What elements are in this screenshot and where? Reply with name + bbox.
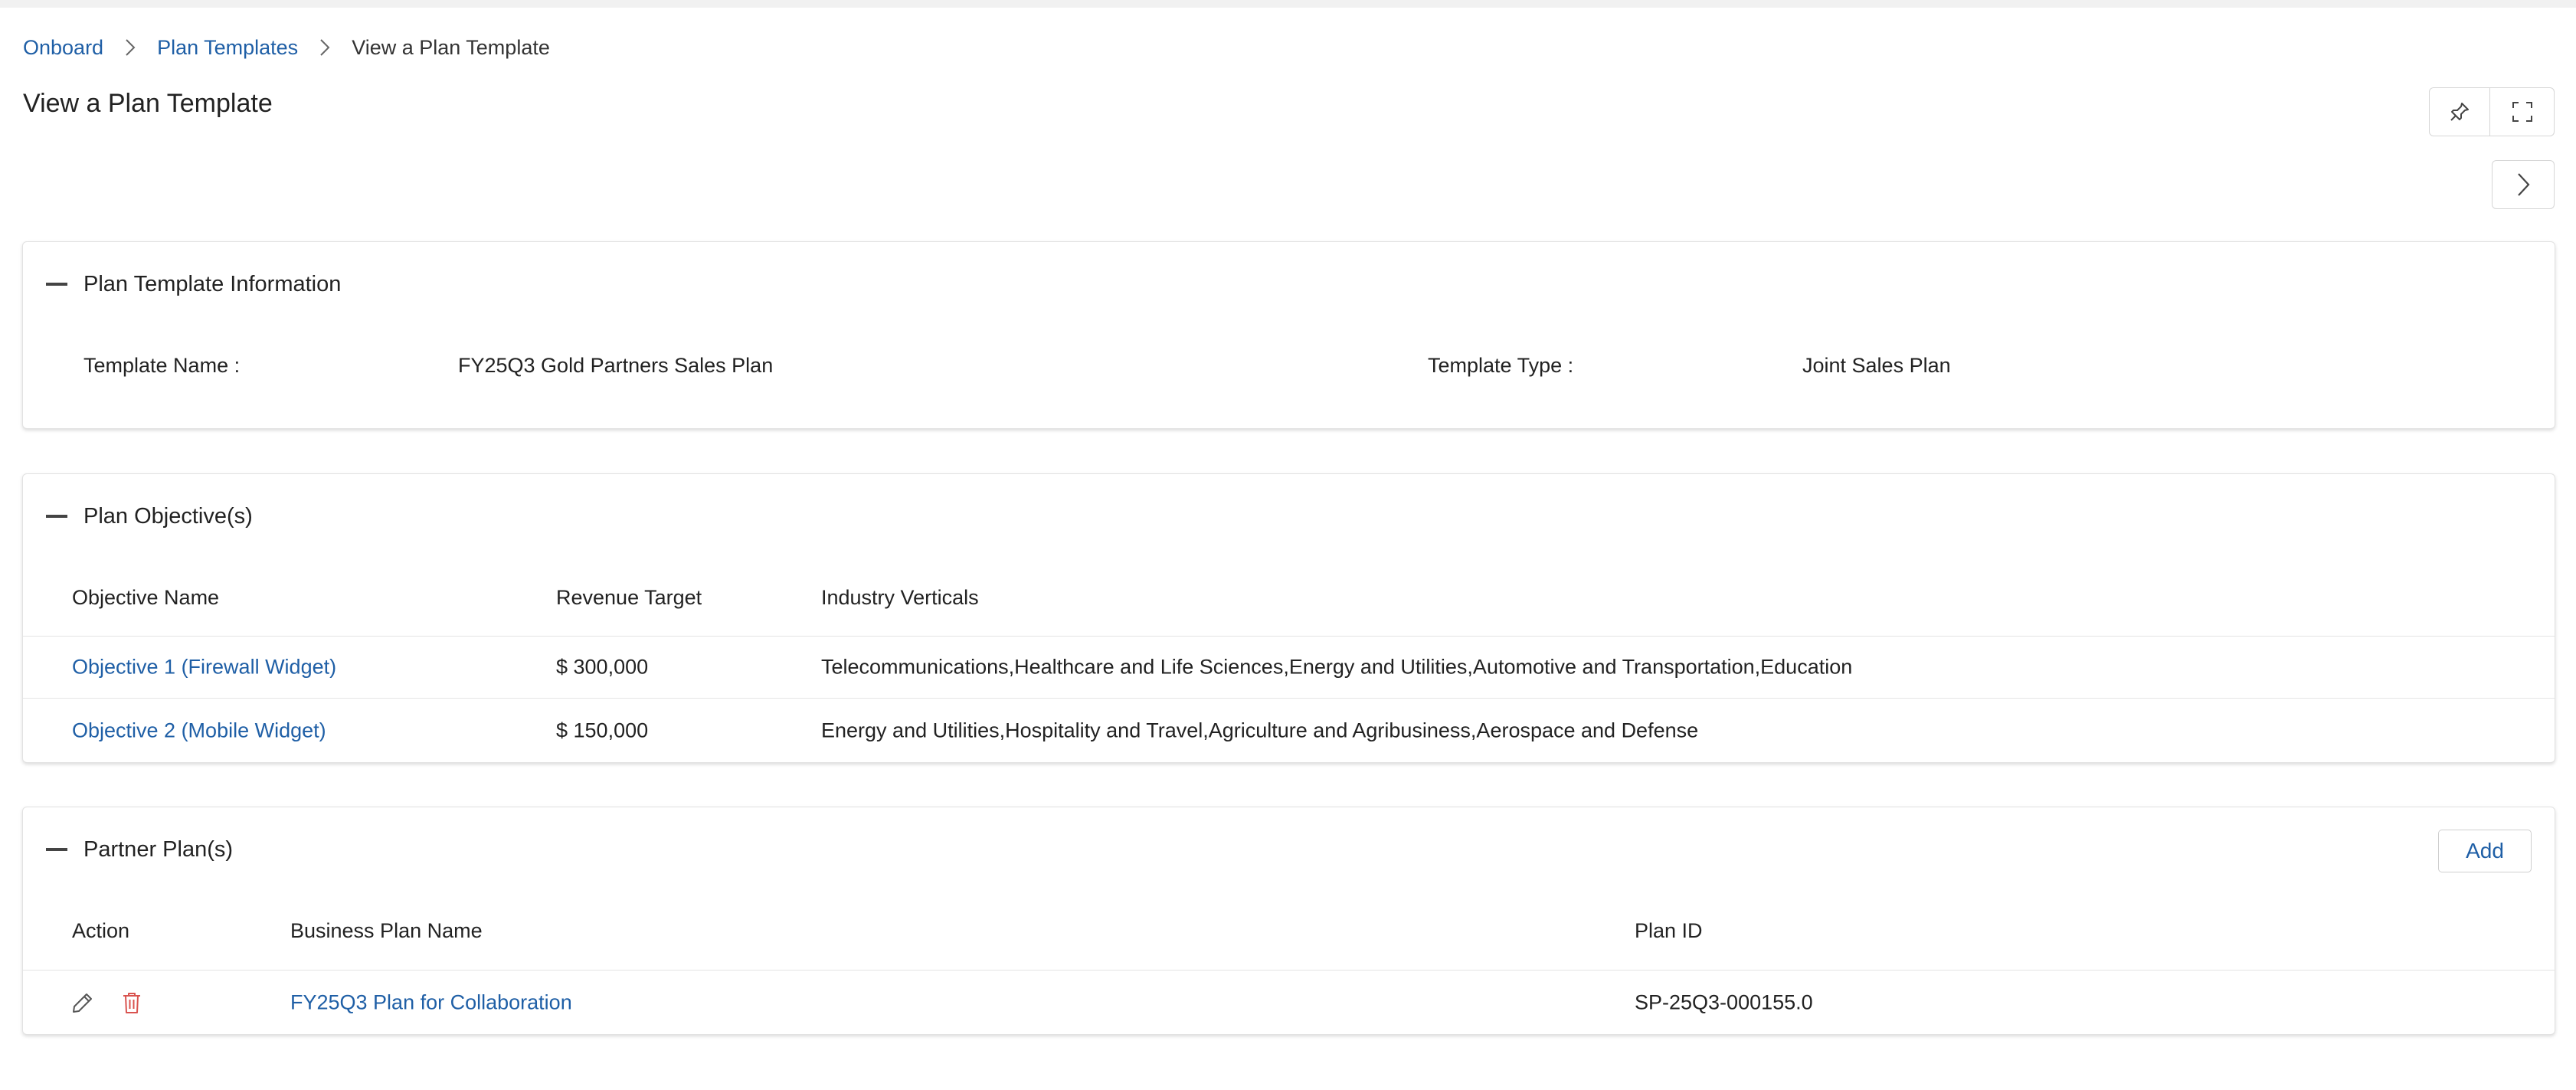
pin-button[interactable] [2429,87,2490,136]
template-name-label: Template Name : [83,354,241,377]
breadcrumb-onboard[interactable]: Onboard [23,36,103,60]
card-title: Plan Template Information [83,271,342,296]
revenue-target: $ 150,000 [556,718,649,742]
plan-objectives-card: Plan Objective(s) Objective Name Revenue… [22,473,2555,763]
column-header-plan-id: Plan ID [1635,919,1703,942]
table-row: Objective 1 (Firewall Widget) $ 300,000 … [23,636,2555,698]
breadcrumb: Onboard Plan Templates View a Plan Templ… [23,32,550,63]
template-type-label: Template Type : [1428,354,1574,377]
card-header: Partner Plan(s) Add [23,807,2555,892]
revenue-target: $ 300,000 [556,655,649,679]
chevron-right-icon [319,38,330,57]
plan-template-information-card: Plan Template Information Template Name … [22,241,2555,429]
table-row: FY25Q3 Plan for Collaboration SP-25Q3-00… [23,970,2555,1035]
card-header: Plan Objective(s) [23,474,2555,558]
expand-icon [2511,100,2534,123]
add-partner-plan-button[interactable]: Add [2438,830,2532,872]
column-header-business-plan-name: Business Plan Name [290,919,483,942]
edit-icon[interactable] [70,990,95,1015]
column-header-revenue-target: Revenue Target [556,586,702,609]
next-button[interactable] [2492,160,2555,209]
card-header: Plan Template Information [23,242,2555,326]
breadcrumb-plan-templates[interactable]: Plan Templates [157,36,298,60]
collapse-icon[interactable] [46,515,67,518]
template-type-value: Joint Sales Plan [1802,354,1951,377]
table-row: Objective 2 (Mobile Widget) $ 150,000 En… [23,698,2555,763]
collapse-icon[interactable] [46,848,67,851]
column-header-industry-verticals: Industry Verticals [821,586,979,609]
delete-icon[interactable] [121,990,142,1015]
top-bar [0,0,2576,8]
pin-icon [2448,100,2471,123]
partner-plans-card: Partner Plan(s) Add Action Business Plan… [22,807,2555,1035]
chevron-right-icon [2515,172,2531,198]
industry-verticals: Energy and Utilities,Hospitality and Tra… [821,718,1699,742]
collapse-icon[interactable] [46,283,67,286]
chevron-right-icon [125,38,136,57]
column-header-objective-name: Objective Name [72,586,220,609]
column-header-action: Action [72,919,130,942]
plan-id: SP-25Q3-000155.0 [1635,990,1813,1014]
business-plan-name-link[interactable]: FY25Q3 Plan for Collaboration [290,991,572,1015]
card-title: Partner Plan(s) [83,836,234,862]
page-title: View a Plan Template [23,89,273,118]
objective-name-link[interactable]: Objective 1 (Firewall Widget) [72,656,336,679]
objective-name-link[interactable]: Objective 2 (Mobile Widget) [72,719,326,743]
card-title: Plan Objective(s) [83,503,253,529]
template-name-value: FY25Q3 Gold Partners Sales Plan [458,354,774,377]
industry-verticals: Telecommunications,Healthcare and Life S… [821,655,1853,679]
breadcrumb-current: View a Plan Template [352,35,550,59]
fullscreen-button[interactable] [2490,87,2555,136]
